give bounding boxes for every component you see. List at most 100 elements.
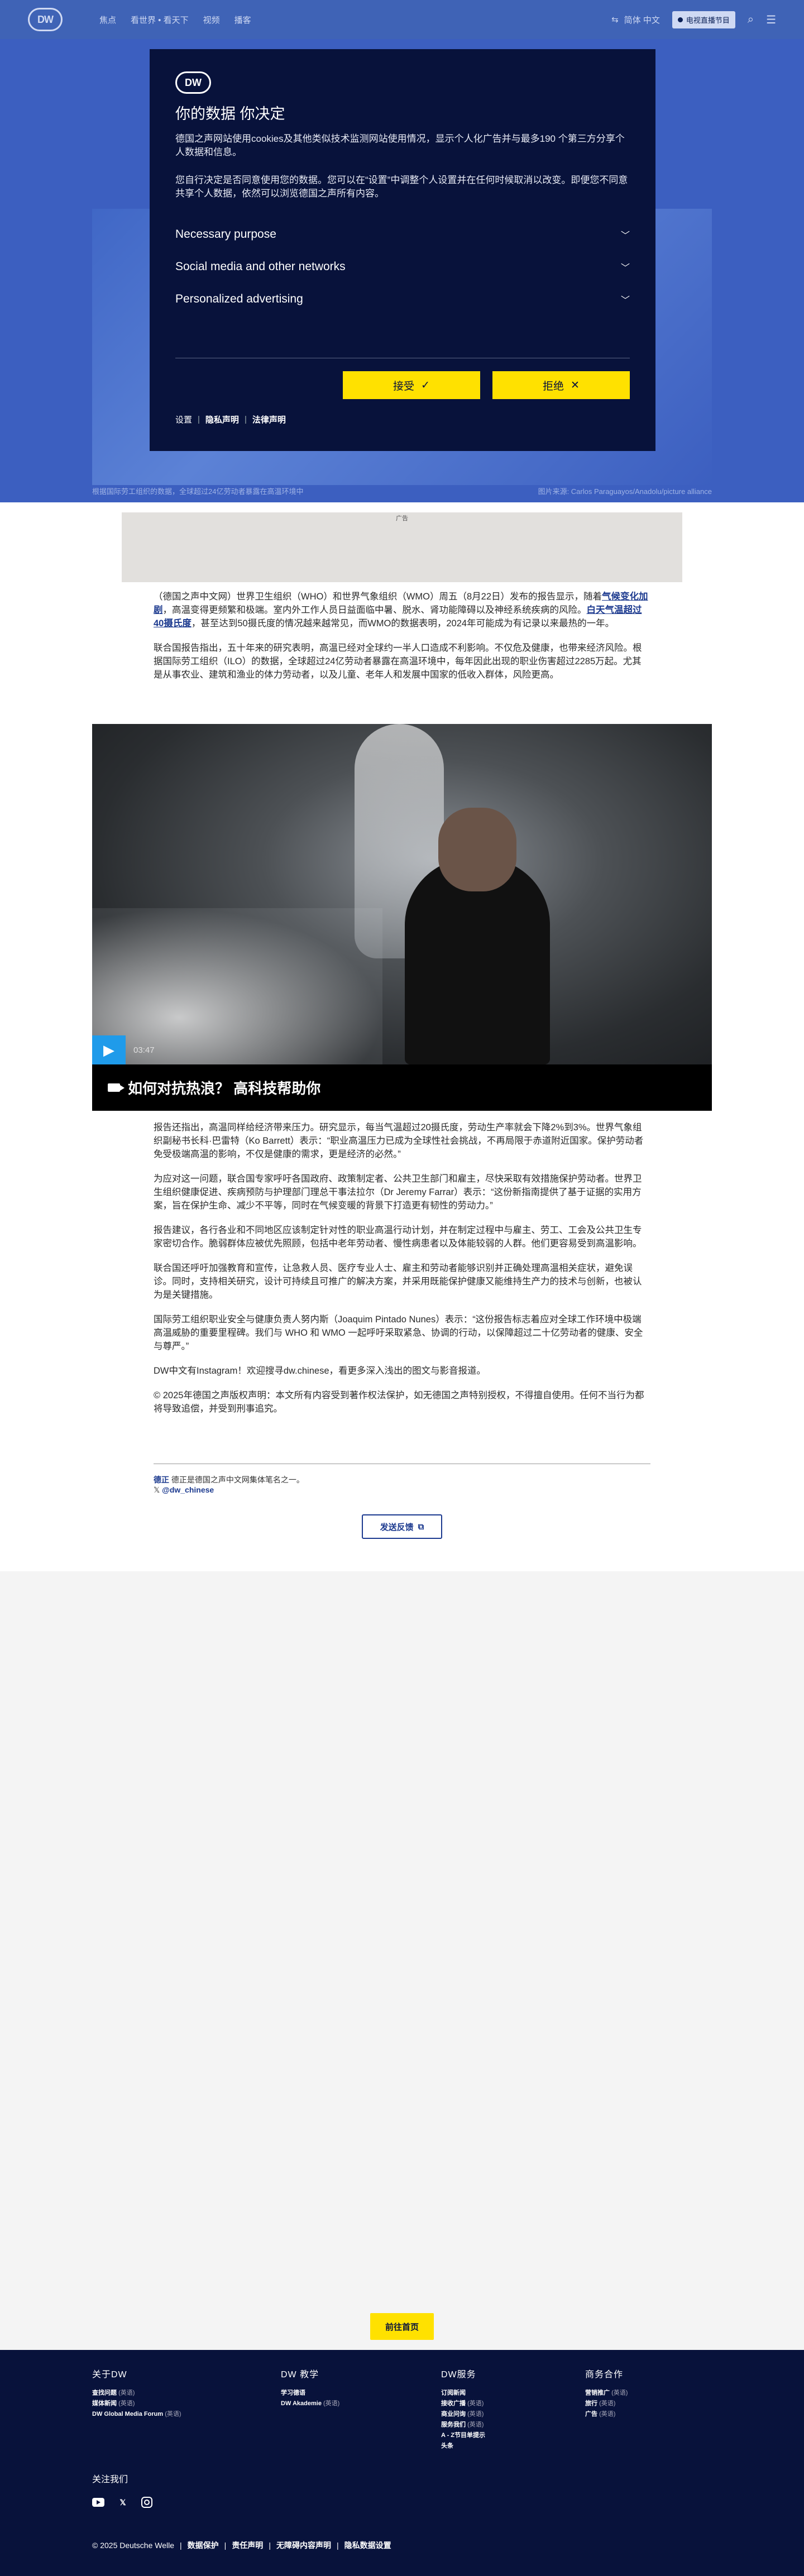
feedback-label: 发送反馈 — [380, 1522, 414, 1532]
nav-item-video[interactable]: 视频 — [203, 14, 220, 26]
footer-link-tag: (英语) — [467, 2400, 484, 2407]
separator: | — [244, 415, 247, 424]
author-box: 德正 德正是德国之声中文网集体笔名之一。 𝕏 @dw_chinese — [154, 1475, 304, 1495]
footer-link-label: A - Z节目单提示 — [441, 2432, 486, 2439]
footer-link[interactable]: 头条 — [441, 2441, 485, 2452]
footer-link-accessibility[interactable]: 无障碍内容声明 — [276, 2540, 331, 2551]
footer-link-label: 商业问询 — [441, 2411, 466, 2417]
nav-item-world[interactable]: 看世界 • 看天下 — [131, 14, 189, 26]
cookie-consent-modal: DW 你的数据 你决定 德国之声网站使用cookies及其他类似技术监测网站使用… — [150, 49, 655, 451]
youtube-icon[interactable] — [92, 2498, 104, 2507]
footer-link[interactable]: 广告 (英语) — [585, 2409, 628, 2420]
footer-link-privacy[interactable]: 数据保护 — [188, 2540, 219, 2551]
x-icon[interactable]: 𝕏 — [117, 2496, 129, 2508]
dw-logo[interactable]: DW — [28, 8, 63, 31]
ad-label: 广告 — [396, 515, 408, 522]
footer-link[interactable]: 订阅新闻 — [441, 2388, 485, 2398]
footer-link[interactable]: 媒体新闻 (英语) — [92, 2398, 181, 2409]
search-icon[interactable]: ⌕ — [748, 13, 754, 26]
author-name[interactable]: 德正 — [154, 1475, 169, 1484]
video-duration: 03:47 — [133, 1045, 155, 1055]
header-right: ⇆ 简体 中文 电视直播节目 ⌕ ☰ — [611, 11, 776, 28]
video-title: 如何对抗热浪？ 高科技帮助你 — [128, 1080, 321, 1097]
language-selector[interactable]: ⇆ 简体 中文 — [611, 14, 660, 26]
play-button[interactable]: ▶ — [92, 1035, 126, 1064]
modal-title: 你的数据 你决定 — [175, 105, 285, 122]
author-desc: 德正是德国之声中文网集体笔名之一。 — [171, 1475, 304, 1484]
follow-us-label: 关注我们 — [92, 2475, 128, 2484]
instagram-icon[interactable] — [141, 2497, 152, 2508]
article-paragraph: 为应对这一问题，联合国专家呼吁各国政府、政策制定者、公共卫生部门和雇主，尽快采取… — [154, 1174, 642, 1211]
footer-link[interactable]: A - Z节目单提示 — [441, 2430, 485, 2441]
footer-link[interactable]: 接收广播 (英语) — [441, 2398, 485, 2409]
copyright-note: © 2025年德国之声版权声明：本文所有内容受到著作权法保护，如无德国之声特别授… — [154, 1390, 644, 1414]
footer-link-label: 接收广播 — [441, 2400, 466, 2407]
footer-copyright: © 2025 Deutsche Welle — [92, 2541, 175, 2550]
settings-link[interactable]: 设置 — [175, 414, 192, 425]
accordion-necessary[interactable]: Necessary purpose ﹀ — [175, 218, 630, 251]
separator: | — [336, 2541, 339, 2550]
article-paragraph: 报告建议，各行各业和不同地区应该制定针对性的职业高温行动计划，并在制定过程中与雇… — [154, 1225, 642, 1249]
footer-link-tag: (英语) — [165, 2411, 181, 2417]
author-social[interactable]: 𝕏 @dw_chinese — [154, 1485, 304, 1495]
accordion-social[interactable]: Social media and other networks ﹀ — [175, 251, 630, 283]
consent-accordion: Necessary purpose ﹀ Social media and oth… — [175, 218, 630, 315]
paragraph-text: （德国之声中文网）世界卫生组织（WHO）和世界气象组织（WMO）周五（8月22日… — [154, 592, 602, 602]
x-icon: 𝕏 — [154, 1485, 160, 1494]
footer-link[interactable]: 旅行 (英语) — [585, 2398, 628, 2409]
footer-link[interactable]: 查找问题 (英语) — [92, 2388, 181, 2398]
instagram-note: DW中文有Instagram！欢迎搜寻dw.chinese，看更多深入浅出的图文… — [154, 1366, 486, 1376]
video-player[interactable]: ▶ 03:47 — [92, 724, 712, 1064]
main-nav: 焦点 看世界 • 看天下 视频 播客 — [99, 14, 251, 26]
footer-link-tag: (英语) — [323, 2400, 340, 2407]
footer-link[interactable]: 服务我们 (英语) — [441, 2420, 485, 2430]
article-paragraph: 报告还指出，高温同样给经济带来压力。研究显示，每当气温超过20摄氏度，劳动生产率… — [154, 1122, 644, 1159]
hero-caption: 根据国际劳工组织的数据，全球超过24亿劳动者暴露在高温环境中 图片来源: Car… — [92, 486, 712, 496]
footer-link-label: DW Akademie — [281, 2400, 322, 2407]
modal-links: 设置 | 隐私声明 | 法律声明 — [175, 414, 286, 425]
back-to-home-button[interactable]: 前往首页 — [370, 2313, 434, 2340]
video-title-bar[interactable]: 如何对抗热浪？ 高科技帮助你 — [92, 1064, 712, 1111]
reject-button[interactable]: 拒绝 ✕ — [492, 371, 630, 399]
footer-link-privacy-settings[interactable]: 隐私数据设置 — [344, 2540, 391, 2551]
nav-item-focus[interactable]: 焦点 — [99, 14, 116, 26]
menu-icon[interactable]: ☰ — [766, 13, 776, 27]
chevron-down-icon: ﹀ — [620, 263, 630, 273]
accordion-advertising[interactable]: Personalized advertising ﹀ — [175, 283, 630, 315]
footer-link[interactable]: 营销推广 (英语) — [585, 2388, 628, 2398]
site-footer: 关于DW 查找问题 (英语) 媒体新闻 (英语) DW Global Media… — [0, 2350, 804, 2576]
chevron-down-icon: ﹀ — [620, 231, 630, 241]
footer-link-tag: (英语) — [599, 2411, 616, 2417]
footer-link[interactable]: 商业问询 (英语) — [441, 2409, 485, 2420]
accordion-label: Personalized advertising — [175, 292, 303, 305]
chevron-down-icon: ﹀ — [620, 296, 630, 305]
accordion-label: Social media and other networks — [175, 260, 346, 273]
privacy-link[interactable]: 隐私声明 — [205, 414, 239, 425]
accordion-label: Necessary purpose — [175, 228, 276, 241]
separator: | — [198, 415, 200, 424]
footer-link[interactable]: DW Akademie (英语) — [281, 2398, 339, 2409]
footer-link[interactable]: 学习德语 — [281, 2388, 339, 2398]
footer-link-disclaimer[interactable]: 责任声明 — [232, 2540, 263, 2551]
send-feedback-button[interactable]: 发送反馈 ⧉ — [362, 1514, 442, 1539]
footer-link-label: 媒体新闻 — [92, 2400, 117, 2407]
legal-link[interactable]: 法律声明 — [252, 414, 286, 425]
footer-link[interactable]: DW Global Media Forum (英语) — [92, 2409, 181, 2420]
page-bottom-area — [0, 1571, 804, 2350]
site-header: DW 焦点 看世界 • 看天下 视频 播客 ⇆ 简体 中文 电视直播节目 ⌕ ☰ — [0, 0, 804, 39]
accept-button[interactable]: 接受 ✓ — [343, 371, 480, 399]
modal-para-2: 您自行决定是否同意使用您的数据。您可以在“设置”中调整个人设置并在任何时候取消以… — [175, 175, 628, 199]
language-icon: ⇆ — [611, 15, 619, 25]
close-icon: ✕ — [571, 379, 580, 391]
live-tv-button[interactable]: 电视直播节目 — [672, 11, 735, 28]
ad-slot[interactable]: 广告 — [122, 512, 682, 582]
live-tv-label: 电视直播节目 — [686, 16, 730, 25]
nav-item-podcast[interactable]: 播客 — [234, 14, 251, 26]
footer-col-services: DW服务 订阅新闻 接收广播 (英语) 商业问询 (英语) 服务我们 (英语) … — [441, 2367, 485, 2452]
footer-link-tag: (英语) — [467, 2411, 484, 2417]
footer-link-label: 头条 — [441, 2443, 453, 2449]
author-handle: @dw_chinese — [162, 1485, 214, 1494]
footer-link-label: 服务我们 — [441, 2421, 466, 2428]
paragraph-text: ，高温变得更频繁和极端。室内外工作人员日益面临中暑、脱水、肾功能障碍以及神经系统… — [162, 605, 587, 615]
paragraph-text: ，甚至达到50摄氏度的情况越来越常见，而WMO的数据表明，2024年可能成为有记… — [191, 618, 615, 629]
